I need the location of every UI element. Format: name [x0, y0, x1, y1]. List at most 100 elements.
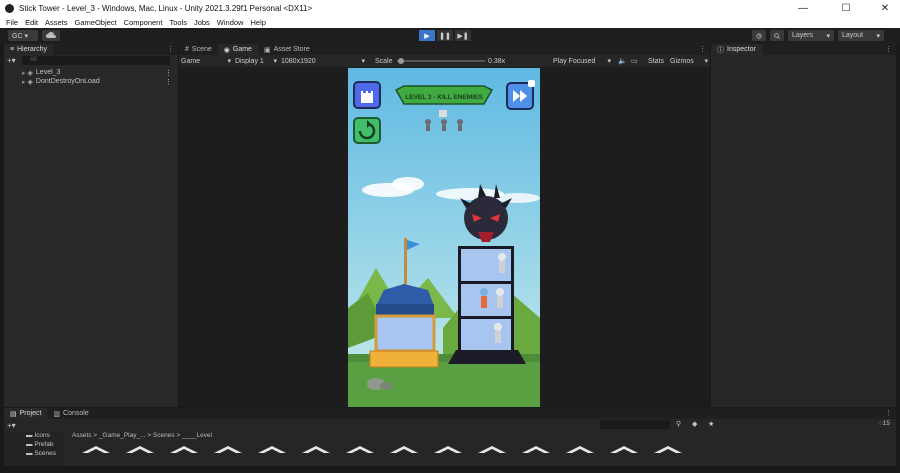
menu-tools[interactable]: Tools: [169, 18, 187, 27]
asset-thumbnail[interactable]: [214, 444, 242, 455]
layout-dropdown[interactable]: Layout ▾: [838, 30, 884, 41]
slider-track: [397, 60, 485, 62]
menu-help[interactable]: Help: [250, 18, 265, 27]
asset-thumbnail[interactable]: [258, 444, 286, 455]
asset-thumbnail[interactable]: [346, 444, 374, 455]
tab-console-label: Console: [63, 410, 89, 417]
skip-icon: [513, 90, 527, 102]
step-button[interactable]: ▶❚: [455, 30, 471, 41]
tab-console[interactable]: ▥ Console: [47, 408, 94, 419]
tower-base: [369, 350, 439, 368]
folder-item-scenes[interactable]: ▬ Scenes: [26, 450, 56, 457]
favorite-icon[interactable]: ★: [708, 420, 714, 428]
create-asset-button[interactable]: +▾: [7, 421, 16, 430]
menu-component[interactable]: Component: [124, 18, 163, 27]
tab-asset-store[interactable]: ▣ Asset Store: [258, 44, 316, 55]
shortcuts-icon[interactable]: ▭: [631, 55, 638, 67]
resolution-dropdown[interactable]: 1080x1920 ▾: [281, 55, 365, 67]
castle-button[interactable]: [353, 81, 381, 109]
asset-thumbnail[interactable]: [82, 444, 110, 455]
chevron-down-icon: ▾: [826, 32, 830, 40]
layers-dropdown[interactable]: Layers ▾: [788, 30, 834, 41]
display-dropdown[interactable]: Display 1 ▾: [235, 55, 277, 67]
asset-thumbnail[interactable]: [390, 444, 418, 455]
menu-window[interactable]: Window: [217, 18, 244, 27]
item-menu-icon[interactable]: ⋮: [165, 69, 172, 77]
gizmos-dropdown[interactable]: Gizmos ▾: [670, 55, 708, 67]
add-object-button[interactable]: +▾: [7, 56, 16, 65]
hierarchy-item-level3[interactable]: ▸ ◈ Level_3 ⋮: [4, 68, 178, 77]
menu-gameobject[interactable]: GameObject: [75, 18, 117, 27]
slider-thumb[interactable]: [398, 58, 404, 64]
cloud: [496, 193, 540, 203]
search-button[interactable]: [770, 30, 784, 41]
close-window-button[interactable]: ✕: [872, 0, 898, 17]
project-search-input[interactable]: [600, 420, 670, 429]
asset-thumbnail[interactable]: [434, 444, 462, 455]
play-button[interactable]: ▶: [419, 30, 435, 41]
asset-thumbnail[interactable]: [126, 444, 154, 455]
panel-menu-icon[interactable]: ⋮: [885, 45, 892, 53]
chevron-down-icon: ▾: [273, 58, 277, 65]
scale-slider[interactable]: [397, 55, 485, 67]
enemy-counter-icon: [441, 119, 447, 125]
asset-thumbnail[interactable]: [566, 444, 594, 455]
menu-file[interactable]: File: [6, 18, 18, 27]
asset-thumbnail[interactable]: [610, 444, 638, 455]
item-menu-icon[interactable]: ⋮: [165, 78, 172, 86]
enemy-figure: [497, 296, 503, 308]
asset-thumbnail[interactable]: [522, 444, 550, 455]
game-canvas[interactable]: LEVEL 3 - KILL ENEMIES: [348, 68, 540, 407]
tab-project[interactable]: ▤ Project: [4, 408, 48, 419]
cloud-button[interactable]: [42, 30, 60, 41]
filter-icon[interactable]: ⚲: [676, 420, 681, 428]
layers-label: Layers: [792, 32, 814, 39]
asset-thumbnail[interactable]: [478, 444, 506, 455]
hierarchy-item-dontdestroy[interactable]: ▸ ◈ DontDestroyOnLoad ⋮: [4, 77, 178, 86]
pause-button[interactable]: ❚❚: [437, 30, 453, 41]
play-focused-dropdown[interactable]: Play Focused ▾: [553, 55, 611, 67]
stats-button[interactable]: Stats: [648, 55, 664, 67]
asset-thumbnail[interactable]: [170, 444, 198, 455]
asset-thumbnail[interactable]: [654, 444, 682, 455]
menu-jobs[interactable]: Jobs: [194, 18, 210, 27]
hierarchy-item-label: Level_3: [35, 69, 61, 76]
tab-hierarchy[interactable]: ≡ Hierarchy: [4, 44, 54, 55]
enemy-counter-icon: [457, 119, 463, 125]
chevron-down-icon: ▾: [876, 32, 880, 40]
rock: [380, 382, 392, 390]
label-icon[interactable]: ◆: [692, 420, 697, 428]
tab-scene[interactable]: # Scene: [179, 44, 218, 55]
folder-item-prefab[interactable]: ▬ Prefab: [26, 441, 53, 448]
game-view-toolbar: Game ▾ Display 1 ▾ 1080x1920 ▾ Scale 0.3…: [179, 55, 710, 67]
maximize-button[interactable]: ☐: [833, 0, 859, 17]
menu-assets[interactable]: Assets: [45, 18, 68, 27]
window-title: Stick Tower - Level_3 - Windows, Mac, Li…: [19, 4, 313, 13]
info-icon: ⓘ: [717, 46, 724, 54]
history-button[interactable]: [752, 30, 766, 41]
panel-menu-icon[interactable]: ⋮: [167, 45, 174, 53]
ad-badge-icon: [528, 80, 535, 87]
display-mode-dropdown[interactable]: Game ▾: [181, 55, 231, 67]
tab-game[interactable]: ◉ Game: [217, 44, 258, 55]
enemy-figure: [480, 288, 488, 296]
skip-level-button[interactable]: [506, 80, 535, 110]
scale-label: Scale: [375, 57, 393, 65]
account-dropdown[interactable]: GC ▾: [8, 30, 38, 41]
menu-edit[interactable]: Edit: [25, 18, 38, 27]
enemy-figure: [498, 253, 506, 261]
folder-item-icons[interactable]: ▬ Icons: [26, 432, 50, 439]
asset-thumbnail[interactable]: [302, 444, 330, 455]
restart-icon: [358, 120, 376, 140]
resolution-label: 1080x1920: [281, 57, 316, 65]
hierarchy-search-input[interactable]: All: [22, 56, 170, 65]
panel-menu-icon[interactable]: ⋮: [885, 409, 892, 417]
restart-button[interactable]: [353, 117, 381, 144]
tab-inspector[interactable]: ⓘ Inspector: [711, 44, 762, 55]
panel-menu-icon[interactable]: ⋮: [699, 45, 706, 53]
breadcrumb: Assets > _Game_Play_... > Scenes > ____L…: [72, 432, 213, 439]
play-focused-label: Play Focused: [553, 57, 596, 65]
mute-audio-icon[interactable]: 🔈: [618, 55, 627, 67]
main-toolbar: GC ▾ ▶ ❚❚ ▶❚ Layers ▾ Layout ▾: [0, 28, 900, 44]
minimize-button[interactable]: —: [790, 0, 816, 17]
